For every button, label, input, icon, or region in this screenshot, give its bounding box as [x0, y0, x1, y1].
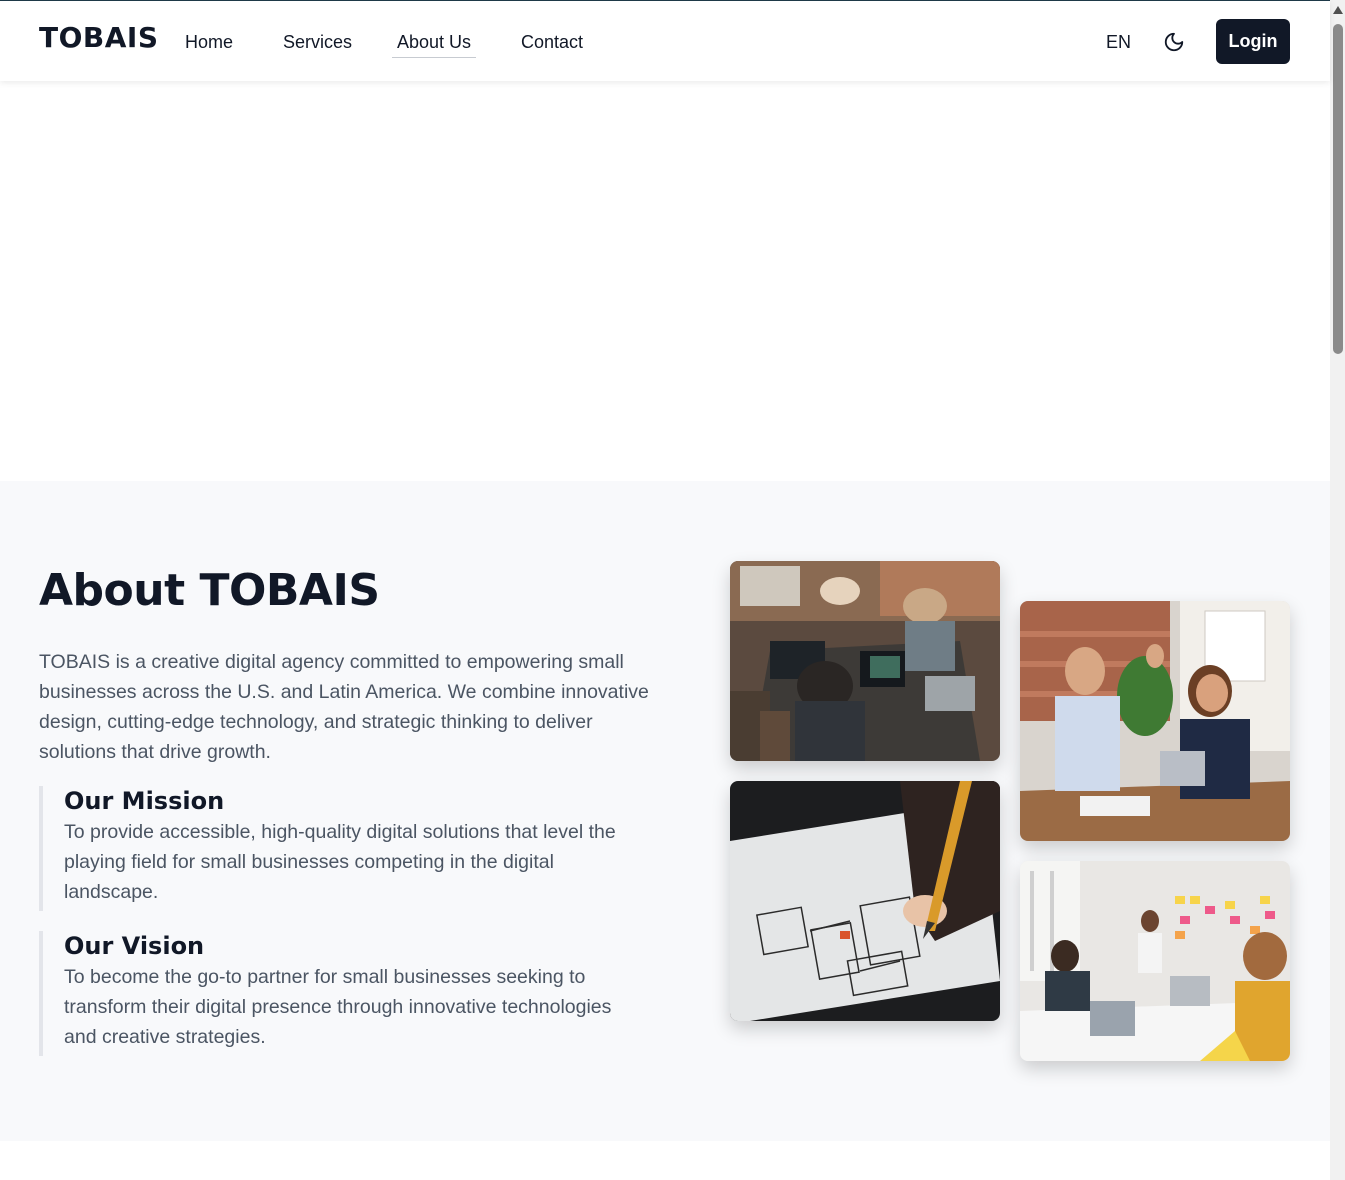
hero-section	[0, 81, 1330, 481]
about-title: About TOBAIS	[39, 565, 380, 616]
mission-block: Our Mission To provide accessible, high-…	[39, 786, 649, 911]
vision-title: Our Vision	[64, 932, 205, 960]
login-button[interactable]: Login	[1216, 19, 1290, 64]
photo-high-five	[1020, 601, 1290, 841]
vision-text: To become the go-to partner for small bu…	[64, 966, 612, 1048]
logo[interactable]: TOBAIS	[39, 21, 159, 54]
scroll-up-arrow-icon[interactable]	[1333, 6, 1343, 14]
moon-icon	[1164, 32, 1184, 52]
page: TOBAIS Home Services About Us Contact EN…	[0, 0, 1345, 1180]
navbar: TOBAIS Home Services About Us Contact EN…	[0, 1, 1330, 81]
language-selector[interactable]: EN	[1106, 32, 1131, 53]
nav-contact[interactable]: Contact	[516, 32, 588, 57]
nav-services[interactable]: Services	[278, 32, 357, 57]
vision-block: Our Vision To become the go-to partner f…	[39, 931, 649, 1056]
next-section	[0, 1141, 1330, 1180]
theme-toggle-button[interactable]	[1160, 28, 1188, 56]
nav-about-us[interactable]: About Us	[392, 32, 477, 58]
mission-title: Our Mission	[64, 787, 225, 815]
scrollbar-thumb[interactable]	[1333, 24, 1343, 354]
nav-home[interactable]: Home	[180, 32, 238, 57]
photo-meeting-sticky-notes	[1020, 861, 1290, 1061]
mission-text: To provide accessible, high-quality digi…	[64, 821, 616, 903]
about-description: TOBAIS is a creative digital agency comm…	[39, 651, 649, 763]
about-section: About TOBAIS TOBAIS is a creative digita…	[0, 481, 1330, 1141]
photo-wireframe-sketch	[730, 781, 1000, 1021]
photo-team-laptops	[730, 561, 1000, 761]
